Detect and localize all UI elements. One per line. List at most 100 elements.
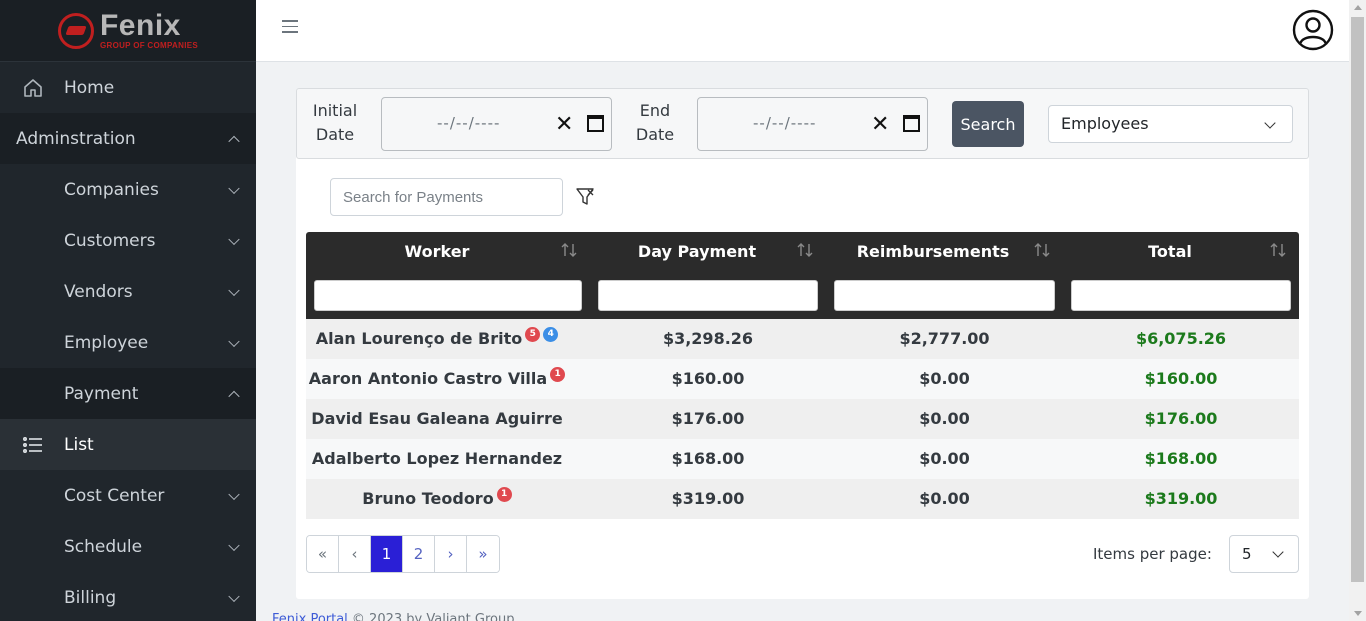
next-page-button[interactable]: › [435, 536, 467, 572]
sidebar-item-schedule[interactable]: Schedule [0, 521, 256, 572]
pagination: « ‹ 1 2 › » [306, 535, 500, 573]
sidebar-item-customers[interactable]: Customers [0, 215, 256, 266]
total-filter-input[interactable] [1071, 280, 1291, 311]
worker-cell: Alan Lourenço de Brito 5 4 [306, 319, 568, 359]
footer-link[interactable]: Fenix Portal [272, 612, 348, 621]
calendar-icon[interactable] [587, 115, 604, 132]
reimbursements-filter-input[interactable] [834, 280, 1055, 311]
prev-page-button[interactable]: ‹ [339, 536, 371, 572]
sidebar-item-label: Companies [64, 179, 159, 200]
column-header-worker[interactable]: Worker [306, 242, 568, 261]
sidebar-item-label: Schedule [64, 536, 143, 557]
hamburger-icon[interactable] [282, 20, 298, 36]
sort-icon[interactable] [1269, 241, 1287, 259]
fenix-logo-icon [57, 12, 94, 49]
page-scrollbar[interactable] [1349, 0, 1366, 621]
chevron-down-icon [1272, 546, 1284, 558]
scroll-up-icon[interactable] [1354, 5, 1362, 10]
worker-cell: Bruno Teodoro 1 [306, 479, 568, 519]
sidebar-item-home[interactable]: Home [0, 62, 256, 113]
reimbursements-cell: $0.00 [919, 449, 970, 468]
sort-icon[interactable] [560, 241, 578, 259]
footer-text: © 2023 by Valiant Group [347, 612, 515, 621]
worker-cell: David Esau Galeana Aguirre1 [306, 399, 568, 462]
chevron-down-icon [228, 590, 240, 602]
sidebar-item-label: List [64, 434, 94, 455]
payments-table: Worker Day Payment Reimbursements Total … [306, 232, 1299, 519]
total-cell: $6,075.26 [1135, 329, 1227, 348]
brand-name: Fenix [99, 9, 181, 42]
sidebar-item-label: Home [64, 77, 115, 98]
sidebar-item-label: Employee [64, 332, 149, 353]
sidebar-item-payment[interactable]: Payment [0, 368, 256, 419]
sidebar-item-adminstration[interactable]: Adminstration [0, 113, 256, 164]
page-button-1[interactable]: 1 [371, 536, 403, 572]
day-payment-cell: $160.00 [671, 369, 745, 388]
search-payments-input[interactable] [330, 178, 563, 216]
column-header-reimbursements[interactable]: Reimbursements [824, 242, 1042, 261]
sidebar-item-vendors[interactable]: Vendors [0, 266, 256, 317]
total-cell: $168.00 [1144, 449, 1218, 468]
clear-filter-icon[interactable] [574, 186, 596, 208]
sidebar-item-label: Payment [64, 383, 139, 404]
total-cell: $176.00 [1144, 409, 1218, 428]
scrollbar-thumb[interactable] [1351, 17, 1364, 582]
worker-filter-input[interactable] [314, 280, 582, 311]
count-badge: 1 [550, 367, 566, 382]
brand-subtitle: GROUP OF COMPANIES [99, 41, 198, 50]
day-payment-cell: $3,298.26 [662, 329, 754, 348]
select-value: 5 [1242, 545, 1252, 563]
first-page-button[interactable]: « [307, 536, 339, 572]
date-placeholder: --/--/---- [437, 114, 501, 132]
page-button-2[interactable]: 2 [403, 536, 435, 572]
column-header-total[interactable]: Total [1061, 242, 1279, 261]
sidebar: Fenix GROUP OF COMPANIES Home Adminstrat… [0, 0, 256, 621]
calendar-icon[interactable] [903, 115, 920, 132]
list-icon [22, 434, 44, 456]
column-header-day-payment[interactable]: Day Payment [588, 242, 806, 261]
total-cell: $160.00 [1144, 369, 1218, 388]
table-row[interactable]: Bruno Teodoro 1 $319.00 $0.00 $319.00 [306, 479, 1299, 519]
select-value: Employees [1061, 114, 1149, 133]
sidebar-item-billing[interactable]: Billing [0, 572, 256, 621]
sidebar-item-companies[interactable]: Companies [0, 164, 256, 215]
day-payment-filter-input[interactable] [598, 280, 818, 311]
end-date-field[interactable]: --/--/---- ✕ [697, 97, 928, 151]
initial-date-field[interactable]: --/--/---- ✕ [381, 97, 612, 151]
table-row[interactable]: Adalberto Lopez Hernandez1 $168.00 $0.00… [306, 439, 1299, 502]
sidebar-item-employee[interactable]: Employee [0, 317, 256, 368]
sort-icon[interactable] [1033, 241, 1051, 259]
chevron-down-icon [228, 233, 240, 245]
date-placeholder: --/--/---- [753, 114, 817, 132]
day-payment-cell: $319.00 [671, 489, 745, 508]
items-per-page-select[interactable]: 5 [1229, 535, 1299, 573]
search-button[interactable]: Search [952, 101, 1024, 147]
clear-icon[interactable]: ✕ [555, 112, 573, 137]
chevron-down-icon [1264, 117, 1276, 129]
end-date-label: End Date [635, 101, 675, 144]
worker-cell: Adalberto Lopez Hernandez1 [306, 439, 568, 502]
day-payment-cell: $176.00 [671, 409, 745, 428]
home-icon [22, 77, 44, 99]
reimbursements-cell: $0.00 [919, 369, 970, 388]
brand-logo[interactable]: Fenix GROUP OF COMPANIES [0, 0, 256, 62]
sidebar-item-list[interactable]: List [0, 419, 256, 470]
sidebar-item-label: Customers [64, 230, 156, 251]
sidebar-item-label: Cost Center [64, 485, 165, 506]
items-per-page-label: Items per page: [1093, 545, 1212, 563]
sort-icon[interactable] [796, 241, 814, 259]
sidebar-item-cost-center[interactable]: Cost Center [0, 470, 256, 521]
chevron-down-icon [228, 284, 240, 296]
table-header: Worker Day Payment Reimbursements Total [306, 232, 1299, 319]
sidebar-item-label: Adminstration [16, 128, 136, 149]
scroll-down-icon[interactable] [1354, 611, 1362, 616]
table-row[interactable]: Alan Lourenço de Brito 5 4 $3,298.26 $2,77… [306, 319, 1299, 359]
table-row[interactable]: David Esau Galeana Aguirre1 $176.00 $0.0… [306, 399, 1299, 462]
top-header [256, 0, 1349, 62]
user-circle-icon[interactable] [1292, 9, 1334, 51]
worker-type-select[interactable]: Employees [1048, 105, 1293, 143]
table-row[interactable]: Aaron Antonio Castro Villa11 $160.00 $0.… [306, 359, 1299, 422]
last-page-button[interactable]: » [467, 536, 499, 572]
count-badge: 5 [525, 327, 541, 342]
clear-icon[interactable]: ✕ [871, 112, 889, 137]
